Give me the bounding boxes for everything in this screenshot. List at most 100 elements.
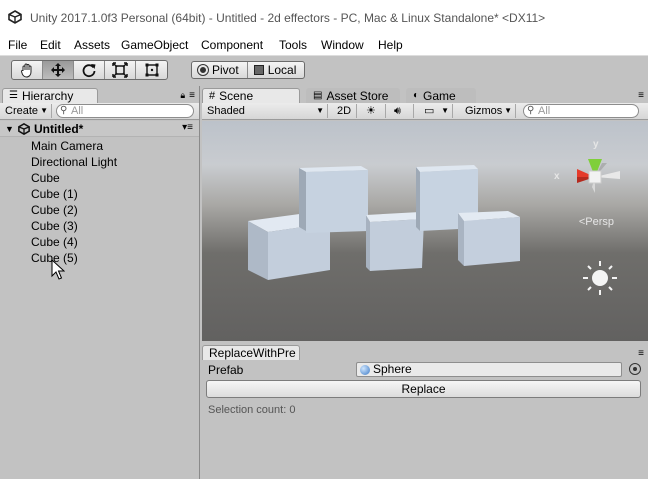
- window-title: Unity 2017.1.0f3 Personal (64bit) - Unti…: [30, 11, 546, 25]
- scale-icon: [112, 62, 128, 78]
- game-tab-label: Game: [423, 89, 456, 103]
- effects-dropdown[interactable]: ▭ ▼: [419, 104, 453, 118]
- cube-side-face: [299, 168, 306, 231]
- menu-tools[interactable]: Tools: [279, 38, 307, 52]
- expand-arrow-icon[interactable]: ▼: [5, 124, 14, 134]
- scene-panel-tools: ≡: [638, 90, 644, 101]
- menu-window[interactable]: Window: [321, 38, 364, 52]
- replace-button[interactable]: Replace: [206, 380, 641, 398]
- hand-icon: [21, 63, 32, 78]
- lighting-toggle-button[interactable]: ☀: [362, 104, 386, 118]
- audio-toggle-button[interactable]: 🔊︎: [390, 104, 414, 118]
- rect-tool-button[interactable]: [136, 61, 167, 79]
- shading-label: Shaded: [207, 105, 245, 117]
- projection-label[interactable]: <Persp: [579, 216, 614, 228]
- menu-component[interactable]: Component: [201, 38, 263, 52]
- gizmo-x-label: x: [554, 171, 560, 182]
- pivot-icon: [198, 65, 208, 75]
- scene-tab-label: Scene: [219, 89, 254, 103]
- hand-tool-button[interactable]: [12, 61, 43, 79]
- create-dropdown[interactable]: Create ▼: [0, 104, 52, 118]
- lock-icon[interactable]: 🔒︎: [180, 90, 185, 101]
- hierarchy-panel-tools: 🔒︎ ≡: [180, 90, 195, 101]
- 2d-label: 2D: [337, 105, 352, 117]
- scale-tool-button[interactable]: [105, 61, 136, 79]
- local-toggle-button[interactable]: Local: [248, 62, 305, 78]
- rect-tool-icon: [145, 63, 158, 77]
- sun-icon: ☀: [366, 105, 376, 117]
- main-toolbar: Pivot Local: [0, 56, 648, 86]
- scene-objects: y x: [248, 139, 620, 295]
- tab-game[interactable]: ◐ Game: [406, 88, 476, 103]
- create-label: Create: [5, 105, 39, 117]
- unity-logo-icon: [8, 10, 22, 24]
- panel-menu-icon[interactable]: ≡: [189, 90, 195, 101]
- scene-root-row[interactable]: ▼ Untitled* ▾≡: [0, 121, 199, 137]
- unity-scene-icon: [18, 123, 30, 135]
- pivot-toggle-button[interactable]: Pivot: [192, 62, 248, 78]
- hierarchy-tab-strip: ☰ Hierarchy 🔒︎ ≡: [0, 86, 199, 103]
- bag-icon: ▤: [313, 90, 323, 101]
- local-label: Local: [267, 63, 297, 77]
- 2d-toggle-button[interactable]: 2D: [333, 104, 357, 118]
- gizmos-dropdown[interactable]: Gizmos ▼: [460, 104, 516, 118]
- hierarchy-search-input[interactable]: ⚲ All: [56, 104, 194, 118]
- cube-front-face: [370, 219, 424, 271]
- shading-mode-dropdown[interactable]: Shaded ▼: [202, 104, 328, 118]
- orientation-gizmo-icon[interactable]: [577, 159, 620, 193]
- list-item[interactable]: Cube (2): [31, 203, 78, 217]
- tab-hierarchy[interactable]: ☰ Hierarchy: [2, 88, 98, 103]
- scene-search-placeholder: All: [538, 105, 551, 117]
- object-picker-icon[interactable]: [629, 363, 641, 375]
- search-icon: ⚲: [527, 105, 535, 116]
- tab-replace-with-prefab[interactable]: ReplaceWithPre: [202, 345, 300, 360]
- cube-side-face: [366, 215, 370, 271]
- dropdown-arrow-icon: ▼: [441, 106, 449, 115]
- search-icon: ⚲: [60, 105, 68, 116]
- panel-menu-icon[interactable]: ≡: [638, 90, 644, 101]
- directional-light-icon[interactable]: [583, 261, 617, 295]
- gizmos-label: Gizmos: [465, 105, 503, 117]
- grid-icon: #: [209, 90, 216, 102]
- replace-panel-tools: ≡: [638, 348, 644, 359]
- list-item[interactable]: Directional Light: [31, 155, 117, 169]
- rotate-tool-button[interactable]: [74, 61, 105, 79]
- dropdown-arrow-icon: ▼: [316, 106, 324, 115]
- cube-front-face: [306, 170, 368, 233]
- game-icon: ◐: [413, 90, 420, 101]
- list-item[interactable]: Main Camera: [31, 139, 103, 153]
- menu-assets[interactable]: Assets: [74, 38, 110, 52]
- selection-count-label: Selection count: 0: [208, 404, 296, 416]
- mouse-pointer-icon: [51, 259, 65, 280]
- menu-file[interactable]: File: [8, 38, 27, 52]
- scene-search-input[interactable]: ⚲ All: [523, 104, 639, 118]
- scene-menu-icon[interactable]: ▾≡: [182, 122, 193, 133]
- list-item[interactable]: Cube: [31, 171, 60, 185]
- pivot-label: Pivot: [212, 63, 239, 77]
- projection-text: Persp: [585, 216, 614, 228]
- list-item[interactable]: Cube (4): [31, 235, 78, 249]
- prefab-object-field[interactable]: Sphere: [356, 362, 622, 377]
- move-tool-button[interactable]: [43, 61, 74, 79]
- menu-edit[interactable]: Edit: [40, 38, 61, 52]
- replace-tab-strip: ReplaceWithPre ≡: [202, 344, 648, 360]
- panel-menu-icon[interactable]: ≡: [638, 348, 644, 359]
- list-item[interactable]: Cube (1): [31, 187, 78, 201]
- tab-asset-store[interactable]: ▤ Asset Store: [306, 88, 400, 103]
- hierarchy-search-placeholder: All: [71, 105, 84, 117]
- prefab-icon: [360, 365, 370, 375]
- cube-side-face: [458, 213, 464, 266]
- prefab-value: Sphere: [373, 362, 412, 376]
- list-item[interactable]: Cube (3): [31, 219, 78, 233]
- tab-scene[interactable]: # Scene: [202, 88, 300, 103]
- scene-viewport[interactable]: y x <Persp: [202, 121, 648, 341]
- menu-help[interactable]: Help: [378, 38, 403, 52]
- pivot-controls: Pivot Local: [191, 61, 306, 79]
- hierarchy-panel: ☰ Hierarchy 🔒︎ ≡ Create ▼ ⚲ All ▼ Untitl…: [0, 86, 200, 479]
- list-icon: ☰: [9, 90, 18, 101]
- gizmo-y-label: y: [593, 139, 599, 150]
- replace-with-prefab-panel: ReplaceWithPre ≡ Prefab Sphere Replace S…: [202, 344, 648, 479]
- cube-side-face: [416, 167, 420, 231]
- dropdown-arrow-icon: ▼: [504, 106, 512, 115]
- menu-gameobject[interactable]: GameObject: [121, 38, 188, 52]
